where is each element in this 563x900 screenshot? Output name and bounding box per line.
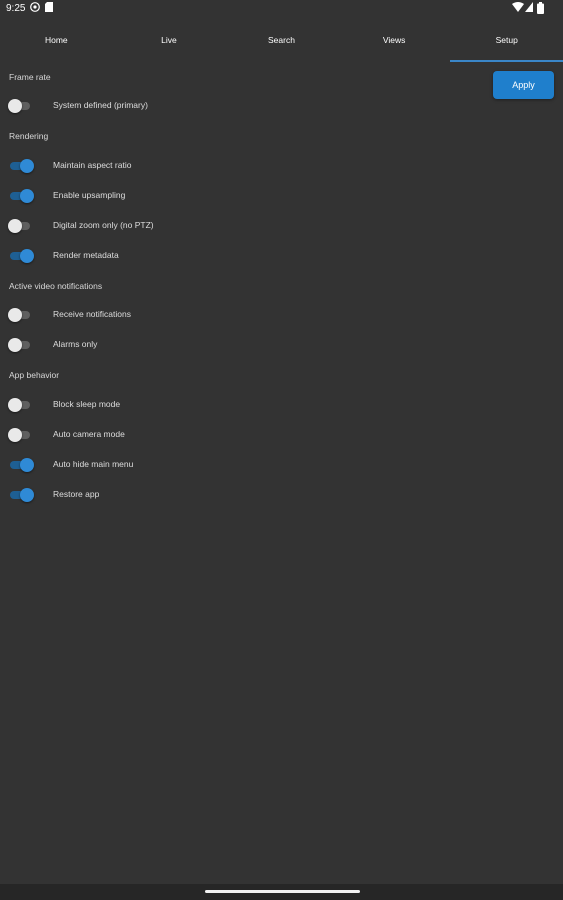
section-title-frame-rate: Frame rate [9,72,51,82]
setting-row-system-defined: System defined (primary) [0,96,400,116]
toggle-render-metadata[interactable] [8,249,34,263]
toggle-digital-zoom-only[interactable] [8,219,34,233]
toggle-auto-hide-main-menu[interactable] [8,458,34,472]
toggle-block-sleep-mode[interactable] [8,398,34,412]
setting-label: Render metadata [53,250,119,260]
tab-views[interactable]: Views [338,22,451,60]
setting-row-maintain-aspect-ratio: Maintain aspect ratio [0,156,400,176]
setting-label: Enable upsampling [53,190,126,200]
battery-icon [537,2,544,14]
tab-search[interactable]: Search [225,22,338,60]
setting-label: Alarms only [53,339,98,349]
tab-live[interactable]: Live [113,22,226,60]
setting-row-render-metadata: Render metadata [0,246,400,266]
setting-label: Block sleep mode [53,399,121,409]
setting-row-alarms-only: Alarms only [0,335,400,355]
main-tabs: Home Live Search Views Setup [0,22,563,62]
status-time: 9:25 [6,3,26,14]
toggle-system-defined[interactable] [8,99,34,113]
toggle-auto-camera-mode[interactable] [8,428,34,442]
toggle-maintain-aspect-ratio[interactable] [8,159,34,173]
tab-home[interactable]: Home [0,22,113,60]
sim-card-icon [45,2,53,12]
setting-row-block-sleep-mode: Block sleep mode [0,395,400,415]
section-title-rendering: Rendering [9,131,49,141]
toggle-enable-upsampling[interactable] [8,189,34,203]
tab-setup[interactable]: Setup [450,22,563,62]
setting-row-auto-camera-mode: Auto camera mode [0,425,400,445]
setting-label: Auto hide main menu [53,459,134,469]
apply-button[interactable]: Apply [493,71,554,99]
system-nav-bar [0,884,563,900]
section-title-notifications: Active video notifications [9,281,103,291]
toggle-alarms-only[interactable] [8,338,34,352]
status-bar: 9:25 [0,0,563,18]
setting-row-digital-zoom-only: Digital zoom only (no PTZ) [0,216,400,236]
toggle-receive-notifications[interactable] [8,308,34,322]
vpn-icon [30,2,40,12]
setting-row-restore-app: Restore app [0,485,400,505]
setting-label: System defined (primary) [53,100,148,110]
setting-row-enable-upsampling: Enable upsampling [0,186,400,206]
wifi-icon [512,2,524,12]
setting-label: Maintain aspect ratio [53,160,132,170]
signal-icon [525,2,533,12]
setting-label: Restore app [53,489,100,499]
setting-label: Auto camera mode [53,429,125,439]
toggle-restore-app[interactable] [8,488,34,502]
setting-row-receive-notifications: Receive notifications [0,305,400,325]
home-gesture-handle[interactable] [205,890,360,893]
section-title-app-behavior: App behavior [9,370,60,380]
setting-label: Digital zoom only (no PTZ) [53,220,154,230]
setting-row-auto-hide-main-menu: Auto hide main menu [0,455,400,475]
setting-label: Receive notifications [53,309,131,319]
